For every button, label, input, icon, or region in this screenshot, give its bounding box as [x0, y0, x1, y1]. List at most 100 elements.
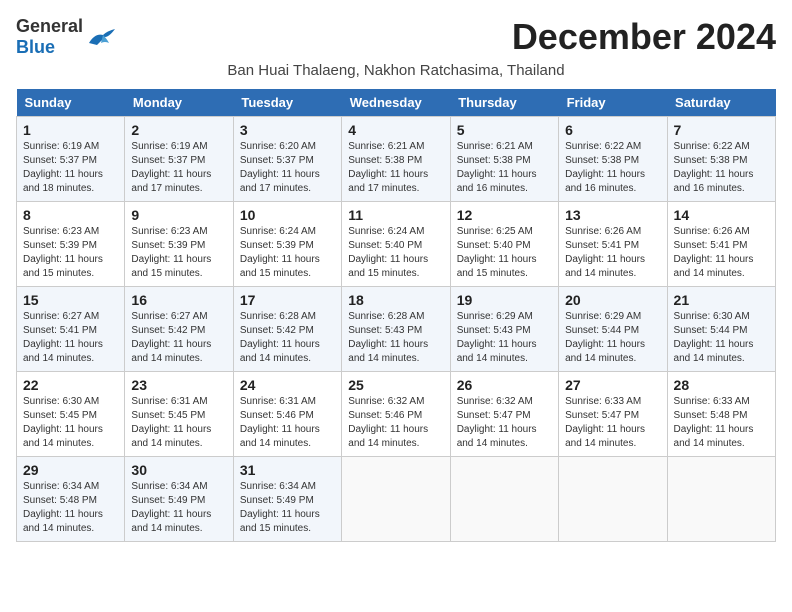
- day-number: 4: [348, 122, 443, 138]
- day-info: Sunrise: 6:24 AM Sunset: 5:40 PM Dayligh…: [348, 225, 443, 281]
- day-number: 26: [457, 377, 552, 393]
- calendar-cell: 26 Sunrise: 6:32 AM Sunset: 5:47 PM Dayl…: [450, 372, 558, 457]
- logo-text: General Blue: [16, 16, 83, 58]
- day-number: 27: [565, 377, 660, 393]
- day-number: 3: [240, 122, 335, 138]
- day-info: Sunrise: 6:27 AM Sunset: 5:42 PM Dayligh…: [131, 310, 226, 366]
- calendar-cell: 20 Sunrise: 6:29 AM Sunset: 5:44 PM Dayl…: [559, 287, 667, 372]
- day-info: Sunrise: 6:29 AM Sunset: 5:43 PM Dayligh…: [457, 310, 552, 366]
- calendar-week-row: 15 Sunrise: 6:27 AM Sunset: 5:41 PM Dayl…: [17, 287, 776, 372]
- calendar-cell: 29 Sunrise: 6:34 AM Sunset: 5:48 PM Dayl…: [17, 457, 125, 542]
- day-number: 8: [23, 207, 118, 223]
- day-number: 24: [240, 377, 335, 393]
- calendar-cell: 18 Sunrise: 6:28 AM Sunset: 5:43 PM Dayl…: [342, 287, 450, 372]
- day-info: Sunrise: 6:25 AM Sunset: 5:40 PM Dayligh…: [457, 225, 552, 281]
- calendar-cell: 8 Sunrise: 6:23 AM Sunset: 5:39 PM Dayli…: [17, 202, 125, 287]
- day-number: 5: [457, 122, 552, 138]
- calendar-cell: 24 Sunrise: 6:31 AM Sunset: 5:46 PM Dayl…: [233, 372, 341, 457]
- page-header: General Blue December 2024: [16, 16, 776, 58]
- day-info: Sunrise: 6:22 AM Sunset: 5:38 PM Dayligh…: [674, 140, 769, 196]
- day-info: Sunrise: 6:29 AM Sunset: 5:44 PM Dayligh…: [565, 310, 660, 366]
- day-number: 25: [348, 377, 443, 393]
- day-info: Sunrise: 6:28 AM Sunset: 5:42 PM Dayligh…: [240, 310, 335, 366]
- calendar-cell: 17 Sunrise: 6:28 AM Sunset: 5:42 PM Dayl…: [233, 287, 341, 372]
- day-info: Sunrise: 6:30 AM Sunset: 5:45 PM Dayligh…: [23, 395, 118, 451]
- day-number: 1: [23, 122, 118, 138]
- calendar-table: SundayMondayTuesdayWednesdayThursdayFrid…: [16, 89, 776, 542]
- calendar-cell: 4 Sunrise: 6:21 AM Sunset: 5:38 PM Dayli…: [342, 117, 450, 202]
- day-info: Sunrise: 6:33 AM Sunset: 5:48 PM Dayligh…: [674, 395, 769, 451]
- calendar-cell: 30 Sunrise: 6:34 AM Sunset: 5:49 PM Dayl…: [125, 457, 233, 542]
- calendar-cell: 23 Sunrise: 6:31 AM Sunset: 5:45 PM Dayl…: [125, 372, 233, 457]
- logo-general: General: [16, 16, 83, 36]
- calendar-cell: [342, 457, 450, 542]
- column-header-friday: Friday: [559, 89, 667, 117]
- day-info: Sunrise: 6:34 AM Sunset: 5:49 PM Dayligh…: [131, 480, 226, 536]
- calendar-cell: 14 Sunrise: 6:26 AM Sunset: 5:41 PM Dayl…: [667, 202, 775, 287]
- calendar-header-row: SundayMondayTuesdayWednesdayThursdayFrid…: [17, 89, 776, 117]
- calendar-cell: 9 Sunrise: 6:23 AM Sunset: 5:39 PM Dayli…: [125, 202, 233, 287]
- calendar-cell: [667, 457, 775, 542]
- day-info: Sunrise: 6:30 AM Sunset: 5:44 PM Dayligh…: [674, 310, 769, 366]
- month-title: December 2024: [512, 16, 776, 58]
- calendar-cell: 11 Sunrise: 6:24 AM Sunset: 5:40 PM Dayl…: [342, 202, 450, 287]
- day-number: 14: [674, 207, 769, 223]
- calendar-cell: 3 Sunrise: 6:20 AM Sunset: 5:37 PM Dayli…: [233, 117, 341, 202]
- day-info: Sunrise: 6:27 AM Sunset: 5:41 PM Dayligh…: [23, 310, 118, 366]
- calendar-cell: 28 Sunrise: 6:33 AM Sunset: 5:48 PM Dayl…: [667, 372, 775, 457]
- day-info: Sunrise: 6:26 AM Sunset: 5:41 PM Dayligh…: [674, 225, 769, 281]
- day-number: 19: [457, 292, 552, 308]
- logo-bird-icon: [87, 25, 117, 49]
- day-number: 30: [131, 462, 226, 478]
- calendar-cell: 5 Sunrise: 6:21 AM Sunset: 5:38 PM Dayli…: [450, 117, 558, 202]
- day-number: 22: [23, 377, 118, 393]
- day-info: Sunrise: 6:31 AM Sunset: 5:46 PM Dayligh…: [240, 395, 335, 451]
- calendar-cell: 22 Sunrise: 6:30 AM Sunset: 5:45 PM Dayl…: [17, 372, 125, 457]
- day-info: Sunrise: 6:28 AM Sunset: 5:43 PM Dayligh…: [348, 310, 443, 366]
- calendar-cell: 1 Sunrise: 6:19 AM Sunset: 5:37 PM Dayli…: [17, 117, 125, 202]
- day-info: Sunrise: 6:34 AM Sunset: 5:48 PM Dayligh…: [23, 480, 118, 536]
- day-number: 16: [131, 292, 226, 308]
- calendar-week-row: 22 Sunrise: 6:30 AM Sunset: 5:45 PM Dayl…: [17, 372, 776, 457]
- calendar-cell: 27 Sunrise: 6:33 AM Sunset: 5:47 PM Dayl…: [559, 372, 667, 457]
- calendar-cell: 12 Sunrise: 6:25 AM Sunset: 5:40 PM Dayl…: [450, 202, 558, 287]
- logo-blue: Blue: [16, 37, 55, 57]
- calendar-week-row: 29 Sunrise: 6:34 AM Sunset: 5:48 PM Dayl…: [17, 457, 776, 542]
- day-number: 2: [131, 122, 226, 138]
- day-number: 7: [674, 122, 769, 138]
- day-info: Sunrise: 6:21 AM Sunset: 5:38 PM Dayligh…: [457, 140, 552, 196]
- day-number: 20: [565, 292, 660, 308]
- column-header-saturday: Saturday: [667, 89, 775, 117]
- day-info: Sunrise: 6:21 AM Sunset: 5:38 PM Dayligh…: [348, 140, 443, 196]
- calendar-cell: 13 Sunrise: 6:26 AM Sunset: 5:41 PM Dayl…: [559, 202, 667, 287]
- day-info: Sunrise: 6:19 AM Sunset: 5:37 PM Dayligh…: [23, 140, 118, 196]
- column-header-tuesday: Tuesday: [233, 89, 341, 117]
- day-info: Sunrise: 6:32 AM Sunset: 5:47 PM Dayligh…: [457, 395, 552, 451]
- logo: General Blue: [16, 16, 117, 58]
- calendar-cell: 10 Sunrise: 6:24 AM Sunset: 5:39 PM Dayl…: [233, 202, 341, 287]
- calendar-cell: 16 Sunrise: 6:27 AM Sunset: 5:42 PM Dayl…: [125, 287, 233, 372]
- day-number: 23: [131, 377, 226, 393]
- day-number: 10: [240, 207, 335, 223]
- calendar-cell: 7 Sunrise: 6:22 AM Sunset: 5:38 PM Dayli…: [667, 117, 775, 202]
- day-info: Sunrise: 6:23 AM Sunset: 5:39 PM Dayligh…: [131, 225, 226, 281]
- calendar-cell: 31 Sunrise: 6:34 AM Sunset: 5:49 PM Dayl…: [233, 457, 341, 542]
- day-info: Sunrise: 6:34 AM Sunset: 5:49 PM Dayligh…: [240, 480, 335, 536]
- day-info: Sunrise: 6:23 AM Sunset: 5:39 PM Dayligh…: [23, 225, 118, 281]
- day-info: Sunrise: 6:20 AM Sunset: 5:37 PM Dayligh…: [240, 140, 335, 196]
- calendar-week-row: 1 Sunrise: 6:19 AM Sunset: 5:37 PM Dayli…: [17, 117, 776, 202]
- calendar-cell: 15 Sunrise: 6:27 AM Sunset: 5:41 PM Dayl…: [17, 287, 125, 372]
- calendar-week-row: 8 Sunrise: 6:23 AM Sunset: 5:39 PM Dayli…: [17, 202, 776, 287]
- day-info: Sunrise: 6:26 AM Sunset: 5:41 PM Dayligh…: [565, 225, 660, 281]
- calendar-cell: [450, 457, 558, 542]
- day-number: 13: [565, 207, 660, 223]
- day-number: 28: [674, 377, 769, 393]
- day-info: Sunrise: 6:33 AM Sunset: 5:47 PM Dayligh…: [565, 395, 660, 451]
- column-header-sunday: Sunday: [17, 89, 125, 117]
- day-number: 6: [565, 122, 660, 138]
- column-header-wednesday: Wednesday: [342, 89, 450, 117]
- calendar-cell: 2 Sunrise: 6:19 AM Sunset: 5:37 PM Dayli…: [125, 117, 233, 202]
- day-number: 18: [348, 292, 443, 308]
- calendar-cell: [559, 457, 667, 542]
- day-number: 11: [348, 207, 443, 223]
